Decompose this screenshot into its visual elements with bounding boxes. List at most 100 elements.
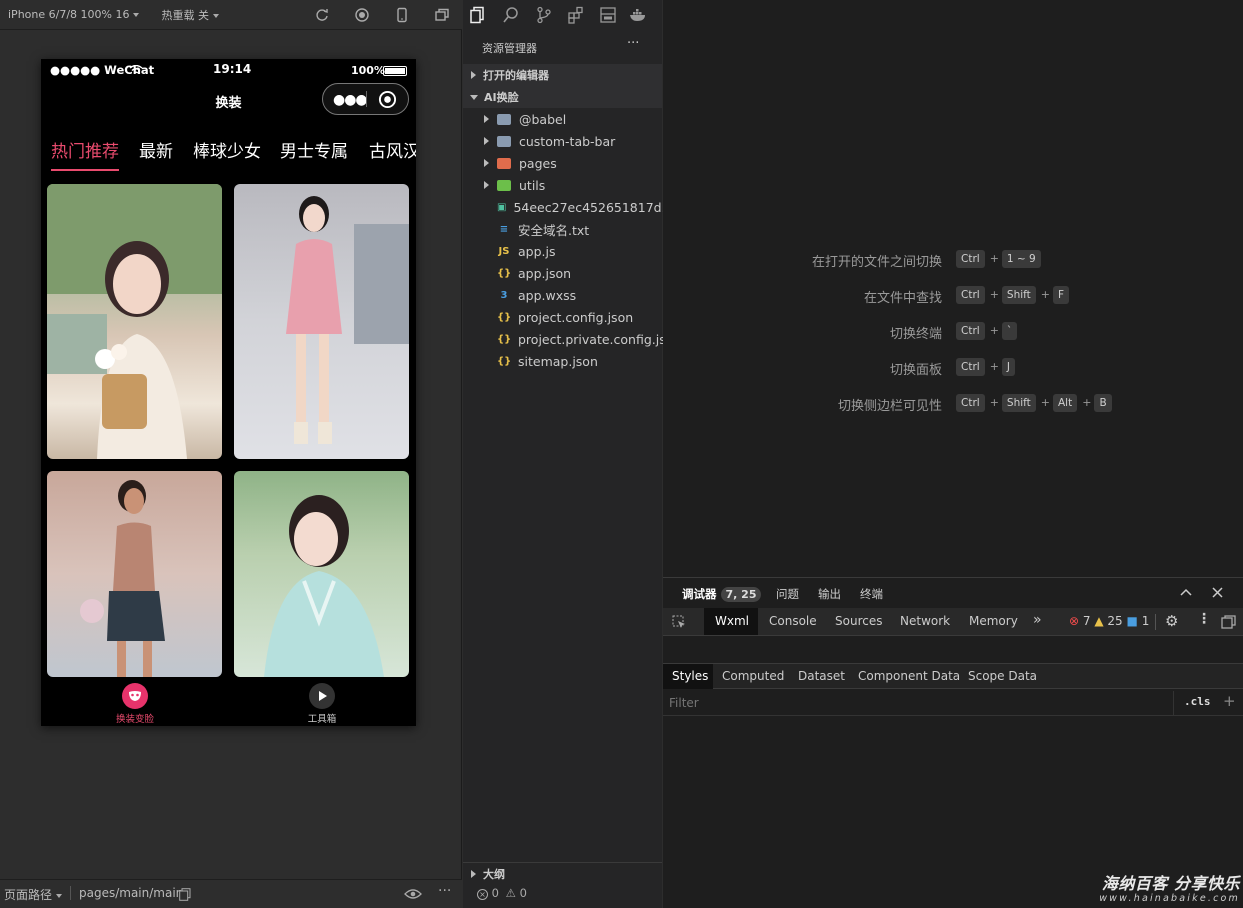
tree-file[interactable]: JS app.js — [463, 240, 662, 262]
tab-hot[interactable]: 热门推荐 — [51, 137, 119, 162]
shortcut-label: 在打开的文件之间切换 — [811, 255, 942, 270]
shortcut-label: 切换终端 — [889, 327, 942, 342]
open-editors-section[interactable]: 打开的编辑器 — [463, 64, 662, 86]
tab-styles[interactable]: Styles — [672, 669, 708, 683]
section-label: 大纲 — [483, 867, 505, 881]
page-path-select[interactable]: 页面路径 — [4, 886, 63, 903]
explorer-more-button[interactable]: ··· — [627, 36, 639, 51]
json-file-icon: {} — [497, 355, 512, 367]
more-icon[interactable]: ··· — [438, 883, 451, 899]
chevron-up-icon[interactable] — [1180, 588, 1192, 596]
tab-ancient[interactable]: 古风汉 — [369, 137, 416, 162]
key-cap: Shift — [1001, 286, 1036, 304]
page-path-label: 页面路径 — [4, 888, 53, 902]
photo-card[interactable] — [47, 471, 222, 677]
tab-computed[interactable]: Computed — [722, 669, 784, 683]
editor-welcome: 在打开的文件之间切换 Ctrl +1 ~ 9 在文件中查找 Ctrl + Shift + F 切换… — [663, 0, 1243, 577]
tab-terminal[interactable]: 终端 — [860, 586, 883, 602]
tree-item-label: app.wxss — [518, 287, 577, 303]
tree-file[interactable]: {} sitemap.json — [463, 350, 662, 372]
tab-console[interactable]: Console — [769, 614, 817, 628]
tree-file[interactable]: {} project.config.json — [463, 306, 662, 328]
tab-debugger[interactable]: 调试器 7, 25 — [682, 586, 762, 602]
device-select[interactable]: iPhone 6/7/8 100% 16 — [0, 8, 147, 21]
status-bar: ●●●●● WeChat 19:14 100% — [41, 59, 416, 81]
css-file-icon: 3 — [500, 289, 508, 301]
error-counter[interactable]: ⊗ 7 ▲ 25 ■ 1 — [1069, 614, 1149, 628]
files-icon[interactable] — [469, 6, 487, 24]
problems-status[interactable]: × 0 ⚠ 0 — [477, 886, 527, 900]
tree-file[interactable]: ≡ 安全域名.txt — [463, 218, 662, 240]
tree-folder[interactable]: pages — [463, 152, 662, 174]
more-dots-icon[interactable]: ●●● — [333, 92, 368, 108]
source-control-icon[interactable] — [535, 6, 553, 24]
outline-section[interactable]: 大纲 — [463, 862, 662, 884]
tree-folder[interactable]: @babel — [463, 108, 662, 130]
cls-button[interactable]: .cls — [1184, 695, 1211, 708]
filter-input[interactable] — [667, 693, 1172, 713]
watermark-title: 海纳百客 分享快乐 — [1101, 874, 1240, 893]
photo-card[interactable] — [234, 184, 409, 459]
inspect-icon[interactable] — [672, 615, 686, 629]
tab-problems[interactable]: 问题 — [776, 586, 799, 602]
tab-sources[interactable]: Sources — [835, 614, 882, 628]
photo-card[interactable] — [234, 471, 409, 677]
tab-latest[interactable]: 最新 — [139, 137, 173, 162]
tab-component-data[interactable]: Component Data — [858, 669, 960, 683]
project-section[interactable]: AI换脸 — [463, 86, 662, 108]
tree-file[interactable]: {} app.json — [463, 262, 662, 284]
docker-icon[interactable] — [629, 6, 647, 24]
tree-folder[interactable]: utils — [463, 174, 662, 196]
tab-men[interactable]: 男士专属 — [280, 137, 348, 162]
phone-icon[interactable] — [394, 7, 410, 23]
storage-icon[interactable] — [599, 6, 617, 24]
tree-item-label: custom-tab-bar — [519, 133, 616, 149]
tab-swap-face[interactable]: 换装变脸 — [91, 677, 181, 726]
more-tabs-icon[interactable]: » — [1033, 612, 1042, 628]
tree-file[interactable]: 3 app.wxss — [463, 284, 662, 306]
photo-card[interactable] — [47, 184, 222, 459]
tab-wxml[interactable]: Wxml — [715, 614, 749, 628]
tab-network[interactable]: Network — [900, 614, 950, 628]
close-icon[interactable] — [1212, 587, 1223, 598]
tree-item-label: 安全域名.txt — [518, 222, 590, 238]
tab-scope-data[interactable]: Scope Data — [968, 669, 1037, 683]
tab-output[interactable]: 输出 — [818, 586, 841, 602]
close-miniprogram-icon[interactable] — [378, 90, 397, 109]
battery-icon — [383, 66, 407, 76]
portrait-image — [286, 196, 409, 444]
copy-icon[interactable] — [179, 888, 191, 901]
search-icon[interactable] — [502, 6, 520, 24]
tree-item-label: project.config.json — [518, 309, 634, 325]
gear-icon[interactable]: ⚙ — [1165, 612, 1178, 630]
info-icon: ■ — [1126, 614, 1138, 628]
detach-window-icon[interactable] — [434, 7, 450, 23]
mask-icon — [122, 683, 148, 709]
page-path-value: pages/main/main — [79, 886, 184, 900]
key-cap: Ctrl — [956, 358, 985, 376]
eye-icon[interactable] — [404, 888, 422, 900]
tab-memory[interactable]: Memory — [969, 614, 1018, 628]
tree-folder[interactable]: custom-tab-bar — [463, 130, 662, 152]
explorer-title: 资源管理器 — [482, 42, 537, 55]
add-rule-icon[interactable]: + — [1223, 692, 1236, 710]
tree-item-label: utils — [519, 177, 546, 193]
tree-file[interactable]: ▣ 54eec27ec452651817d... — [463, 196, 674, 218]
tab-baseball-girl[interactable]: 棒球少女 — [193, 137, 261, 162]
divider — [70, 886, 71, 900]
record-icon[interactable] — [354, 7, 370, 23]
kebab-menu-icon[interactable]: ⋮ — [1197, 611, 1211, 627]
dock-icon[interactable] — [1221, 615, 1236, 629]
capsule-menu[interactable]: ●●● — [322, 83, 409, 115]
phone-screen: ●●●●● WeChat 19:14 100% 换装 ●●● 热门推荐 最新 棒… — [41, 59, 416, 726]
debugger-panel: 调试器 7, 25 问题 输出 终端 Wxml Console Sources N… — [663, 577, 1243, 908]
refresh-icon[interactable] — [314, 7, 330, 23]
key-cap: ` — [1001, 322, 1018, 340]
hot-reload-select[interactable]: 热重载 关 — [153, 7, 227, 23]
tree-file[interactable]: {} project.private.config.js... — [463, 328, 678, 350]
tree-item-label: sitemap.json — [518, 353, 598, 369]
tab-toolbox[interactable]: 工具箱 — [277, 677, 367, 726]
extensions-icon[interactable] — [567, 6, 585, 24]
tab-dataset[interactable]: Dataset — [798, 669, 845, 683]
chevron-right-icon — [484, 181, 489, 189]
